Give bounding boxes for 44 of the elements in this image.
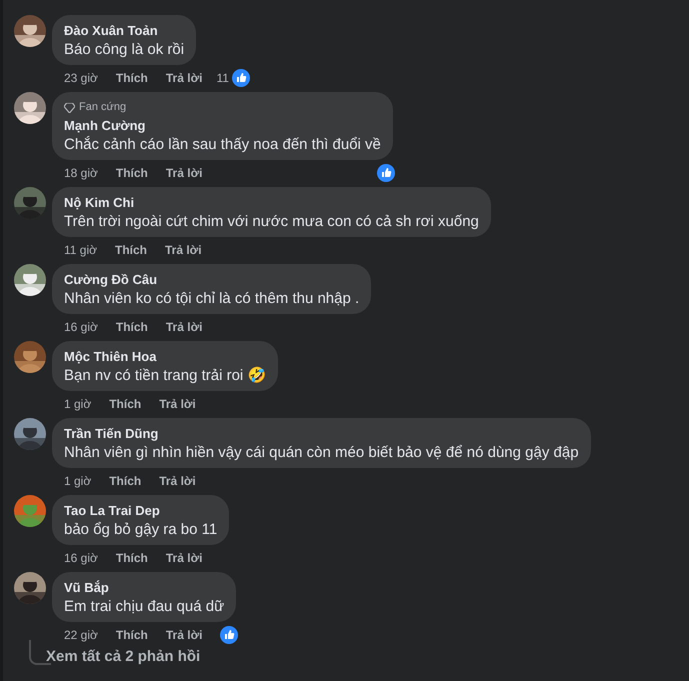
author-name[interactable]: Nộ Kim Chi: [64, 194, 479, 211]
action-link[interactable]: Trả lời: [166, 628, 202, 642]
comment-time[interactable]: 22 giờ: [64, 628, 98, 642]
reaction-count: 11: [216, 71, 229, 85]
comment-text: bảo ổg bỏ gậy ra bo 11: [64, 520, 218, 539]
action-link[interactable]: Trả lời: [166, 166, 202, 180]
comment-time[interactable]: 1 giờ: [64, 474, 92, 488]
action-link[interactable]: Trả lời: [159, 474, 196, 488]
action-link[interactable]: Thích: [116, 551, 148, 565]
action-link[interactable]: Trả lời: [166, 551, 202, 565]
comment-text: Báo công là ok rồi: [64, 40, 184, 59]
action-link[interactable]: Thích: [116, 71, 148, 85]
author-name[interactable]: Trần Tiến Dũng: [64, 425, 579, 442]
action-link[interactable]: Thích: [109, 474, 142, 488]
action-link[interactable]: Thích: [116, 320, 148, 334]
diamond-icon: [64, 102, 75, 112]
author-name[interactable]: Cường Đồ Câu: [64, 271, 360, 288]
author-name[interactable]: Vũ Bắp: [64, 579, 224, 596]
author-name[interactable]: Mộc Thiên Hoa: [64, 348, 266, 365]
comment-time[interactable]: 23 giờ: [64, 71, 98, 85]
comment-time[interactable]: 16 giờ: [64, 551, 98, 565]
comment-text: Chắc cảnh cáo lần sau thấy noa đến thì đuổi về: [64, 135, 381, 154]
comment-time[interactable]: 18 giờ: [64, 166, 98, 180]
comment-text: Bạn nv có tiền trang trải roi 🤣: [64, 366, 266, 385]
action-link[interactable]: Thích: [116, 166, 148, 180]
action-link[interactable]: Thích: [115, 243, 147, 257]
action-link[interactable]: Trả lời: [165, 243, 202, 257]
comment-text: Trên trời ngoài cứt chim với nước mưa con có cả sh rơi xuống: [64, 212, 479, 231]
view-replies-link[interactable]: Xem tất cả 2 phản hồi: [46, 644, 200, 665]
comment-time[interactable]: 1 giờ: [64, 397, 92, 411]
author-name[interactable]: Tao La Trai Dep: [64, 502, 218, 519]
action-link[interactable]: Thích: [109, 397, 142, 411]
comment-time[interactable]: 16 giờ: [64, 320, 98, 334]
author-name[interactable]: Đào Xuân Toản: [64, 22, 184, 39]
author-name[interactable]: Mạnh Cường: [64, 117, 381, 134]
action-link[interactable]: Trả lời: [166, 71, 202, 85]
comment-text: Em trai chịu đau quá dữ: [64, 597, 224, 616]
action-link[interactable]: Thích: [116, 628, 148, 642]
action-link[interactable]: Trả lời: [166, 320, 202, 334]
comment-text: Nhân viên ko có tội chỉ là có thêm thu nhập .: [64, 289, 360, 308]
badge-label: Fan cứng: [79, 100, 126, 115]
comment-text: Nhân viên gì nhìn hiền vậy cái quán còn méo biết bảo vệ để nó dùng gậy đập: [64, 443, 579, 462]
action-link[interactable]: Trả lời: [159, 397, 196, 411]
comment-time[interactable]: 11 giờ: [64, 243, 97, 257]
